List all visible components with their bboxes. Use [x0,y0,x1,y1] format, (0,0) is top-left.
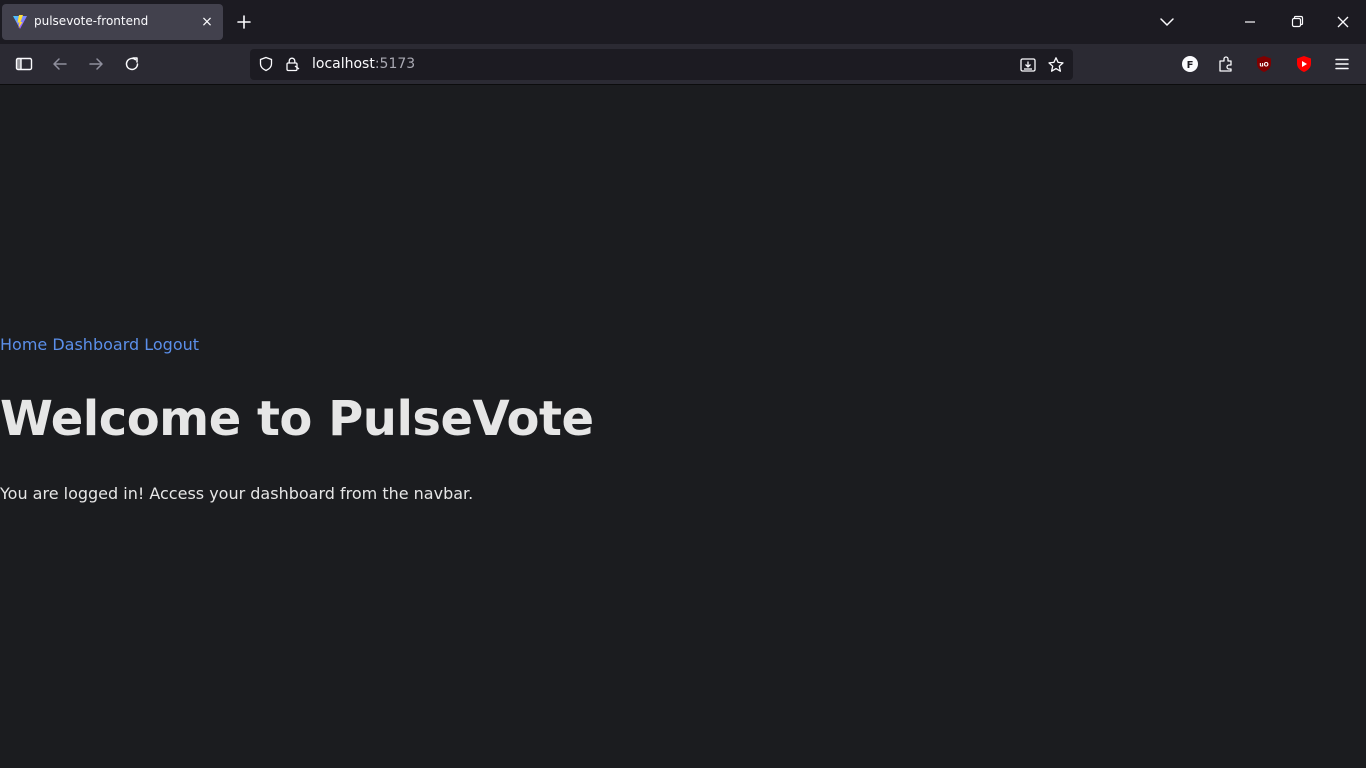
site-navbar: Home Dashboard Logout [0,335,199,354]
nav-link-logout[interactable]: Logout [144,335,199,354]
tab-title: pulsevote-frontend [34,14,149,28]
tracking-protection-shield-icon[interactable] [258,56,274,72]
bookmark-star-icon[interactable] [1047,56,1065,74]
active-tab[interactable]: pulsevote-frontend × [2,4,223,40]
nav-link-home[interactable]: Home [0,335,47,354]
window-restore-icon[interactable] [1287,12,1307,32]
nav-link-dashboard[interactable]: Dashboard [52,335,139,354]
sidebar-toggle-icon[interactable] [14,54,34,74]
extensions-puzzle-icon[interactable] [1216,54,1236,74]
url-host: localhost [312,56,375,72]
svg-text:F: F [1187,60,1194,71]
tab-strip: pulsevote-frontend × [0,0,1366,44]
youtube-extension-icon[interactable] [1294,54,1314,74]
app-menu-icon[interactable] [1332,54,1352,74]
list-all-tabs-icon[interactable] [1158,13,1176,31]
svg-text:uO: uO [1259,62,1268,69]
lock-icon[interactable] [284,56,300,72]
extension-f-icon[interactable]: F [1180,54,1200,74]
url-text[interactable]: localhost:5173 [312,56,415,72]
reload-icon[interactable] [122,54,142,74]
url-port: :5173 [374,56,416,72]
install-app-icon[interactable] [1019,56,1037,74]
window-minimize-icon[interactable] [1240,12,1260,32]
back-arrow-icon[interactable] [50,54,70,74]
address-bar[interactable]: localhost:5173 [250,49,1073,80]
ublock-origin-icon[interactable]: uO [1254,54,1274,74]
browser-toolbar: localhost:5173 F uO [0,44,1366,85]
logged-in-message: You are logged in! Access your dashboard… [0,484,474,503]
new-tab-icon[interactable] [234,12,254,32]
page-title: Welcome to PulseVote [0,391,594,447]
vite-logo-icon [13,15,27,29]
forward-arrow-icon[interactable] [86,54,106,74]
tab-close-icon[interactable]: × [199,14,215,30]
page-viewport: Home Dashboard Logout Welcome to PulseVo… [0,86,1366,768]
window-close-icon[interactable] [1333,12,1353,32]
